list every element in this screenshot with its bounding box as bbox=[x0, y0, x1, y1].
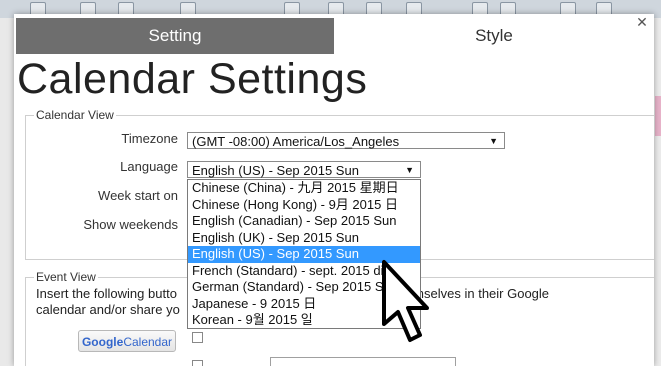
share-input[interactable] bbox=[270, 357, 456, 366]
google-calendar-button-part1: Google bbox=[81, 335, 124, 349]
language-select[interactable]: English (US) - Sep 2015 Sun ▼ bbox=[187, 161, 421, 178]
google-calendar-button[interactable]: GoogleCalendar bbox=[78, 330, 176, 352]
language-value: English (US) - Sep 2015 Sun bbox=[192, 163, 359, 178]
week-start-label: Week start on bbox=[98, 188, 178, 203]
background-right-panel bbox=[653, 18, 661, 366]
settings-dialog: Setting Style ✕ Calendar Settings Calend… bbox=[14, 14, 654, 366]
language-option[interactable]: Chinese (Hong Kong) - 9月 2015 日 bbox=[188, 197, 420, 214]
tab-style[interactable]: Style bbox=[334, 18, 654, 54]
mouse-pointer-icon bbox=[382, 260, 429, 342]
language-option[interactable]: English (Canadian) - Sep 2015 Sun bbox=[188, 213, 420, 230]
event-text-line2: calendar and/or share yo bbox=[36, 302, 180, 317]
tab-bar: Setting Style bbox=[16, 18, 654, 54]
show-weekends-label: Show weekends bbox=[83, 217, 178, 232]
background-left-panel bbox=[0, 18, 15, 366]
share-checkbox[interactable] bbox=[192, 360, 203, 366]
language-label: Language bbox=[120, 159, 178, 174]
timezone-select[interactable]: (GMT -08:00) America/Los_Angeles ▼ bbox=[187, 132, 505, 149]
timezone-value: (GMT -08:00) America/Los_Angeles bbox=[192, 134, 400, 149]
timezone-label: Timezone bbox=[121, 131, 178, 146]
language-option[interactable]: Chinese (China) - 九月 2015 星期日 bbox=[188, 180, 420, 197]
close-icon[interactable]: ✕ bbox=[634, 14, 650, 30]
triangle-down-icon: ▼ bbox=[405, 165, 414, 175]
event-view-legend: Event View bbox=[36, 270, 96, 284]
calendar-view-legend: Calendar View bbox=[36, 108, 114, 122]
tab-setting[interactable]: Setting bbox=[16, 18, 334, 54]
triangle-down-icon: ▼ bbox=[489, 136, 498, 146]
event-text-line1: Insert the following butto bbox=[36, 286, 177, 301]
language-option[interactable]: English (UK) - Sep 2015 Sun bbox=[188, 230, 420, 247]
google-calendar-checkbox[interactable] bbox=[192, 332, 203, 343]
page-title: Calendar Settings bbox=[17, 55, 368, 103]
google-calendar-button-part2: Calendar bbox=[123, 335, 173, 349]
